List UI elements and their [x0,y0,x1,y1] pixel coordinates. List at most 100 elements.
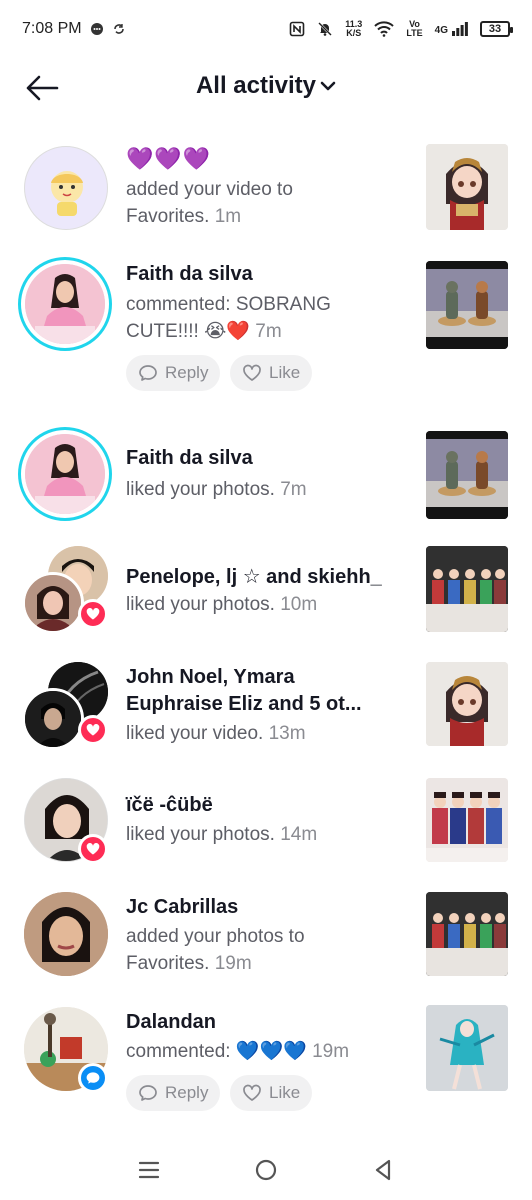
desc-line: liked your video. [126,723,264,744]
activity-item[interactable]: Faith da silva liked your photos. 7m [0,425,532,525]
volte-indicator: Vo LTE [406,20,422,38]
network-type: 4G [434,25,448,36]
activity-name[interactable]: ïčë -ĉübë [126,794,213,817]
activity-description: added your photos to Favorites. 19m [126,923,305,977]
activity-description: liked your photos. 10m [126,591,317,618]
activity-description: added your video to Favorites. 1m [126,176,293,230]
lte-label: LTE [406,28,423,38]
activity-item[interactable]: ïčë -ĉübë liked your photos. 14m [0,776,532,876]
status-time: 7:08 PM [22,20,82,37]
status-left: 7:08 PM [22,20,126,38]
activity-description: commented: 💙💙💙 19m [126,1038,349,1065]
desc-line: commented: 💙💙💙 [126,1041,307,1062]
photo-thumbnail[interactable] [426,892,508,976]
avatar[interactable] [24,146,108,230]
chevron-down-icon [320,81,336,91]
battery-indicator: 33 [480,21,513,37]
like-button[interactable]: Like [230,1075,313,1111]
like-badge [78,834,108,864]
activity-item[interactable]: 💜💜💜 added your video to Favorites. 1m [0,140,532,240]
like-button[interactable]: Like [230,355,313,391]
like-badge [78,599,108,629]
like-label: Like [269,1083,301,1102]
activity-time: 1m [214,206,242,227]
desc-line: commented: SOBRANG [126,294,331,315]
activity-name[interactable]: Penelope, lj ☆ and skiehh_ [126,564,382,589]
activity-name[interactable]: Faith da silva [126,263,253,286]
desc-line: liked your photos. [126,824,275,845]
heart-icon [86,843,100,855]
desc-line: Favorites. [126,206,210,227]
nfc-icon [289,21,305,37]
signal-icon: 4G [435,22,468,36]
desc-line: added your photos to [126,926,305,947]
name-line: Euphraise Eliz and 5 ot... [126,693,362,715]
like-badge [78,715,108,745]
page-title: All activity [195,72,317,99]
system-back-button[interactable] [363,1150,403,1190]
name-line: John Noel, Ymara [126,666,295,688]
triangle-back-icon [376,1159,391,1181]
comment-icon [86,1072,100,1084]
system-navigation-bar [0,1140,532,1200]
chat-notification-icon [90,22,104,36]
heart-icon [86,608,100,620]
activity-item[interactable]: Dalandan commented: 💙💙💙 19m Reply Like [0,1005,532,1125]
activity-description: commented: SOBRANG CUTE!!!! 😭❤️ 7m [126,291,331,345]
video-thumbnail[interactable] [426,144,508,230]
avatar [25,264,105,344]
avatar[interactable] [24,892,108,976]
activity-filter-dropdown[interactable]: All activity [0,72,532,100]
activity-name[interactable]: John Noel, Ymara Euphraise Eliz and 5 ot… [126,664,362,718]
activity-description: liked your photos. 14m [126,821,317,848]
mute-bell-icon [317,21,333,37]
status-bar: 7:08 PM 11.3 K/S Vo LTE 4G 33 [0,0,532,58]
avatar-story-ring[interactable] [18,257,112,351]
header: All activity [0,58,532,118]
activity-name[interactable]: Faith da silva [126,447,253,470]
avatar[interactable] [22,572,84,634]
comment-icon [139,1085,157,1101]
reply-label: Reply [165,1083,209,1102]
photo-thumbnail[interactable] [426,778,508,862]
activity-name[interactable]: Jc Cabrillas [126,896,238,919]
activity-description: liked your photos. 7m [126,476,307,503]
reply-button[interactable]: Reply [126,355,221,391]
photo-thumbnail[interactable] [426,1005,508,1091]
reply-button[interactable]: Reply [126,1075,221,1111]
activity-name[interactable]: 💜💜💜 [126,146,211,172]
comment-badge [78,1063,108,1093]
heart-outline-icon [243,364,261,381]
heart-icon [86,724,100,736]
avatar [25,434,105,514]
home-button[interactable] [246,1150,286,1190]
activity-description: liked your video. 13m [126,720,306,747]
desc-line: Favorites. [126,953,210,974]
video-thumbnail[interactable] [426,662,508,746]
net-speed-unit: K/S [346,28,362,38]
battery-level: 33 [488,23,502,35]
activity-item[interactable]: John Noel, Ymara Euphraise Eliz and 5 ot… [0,660,532,760]
activity-item[interactable]: Jc Cabrillas added your photos to Favori… [0,890,532,990]
avatar-story-ring[interactable] [18,427,112,521]
activity-item[interactable]: Faith da silva commented: SOBRANG CUTE!!… [0,255,532,400]
activity-item[interactable]: Penelope, lj ☆ and skiehh_ liked your ph… [0,544,532,636]
heart-outline-icon [243,1084,261,1101]
menu-button[interactable] [129,1150,169,1190]
photo-thumbnail[interactable] [426,546,508,632]
activity-time: 7m [255,321,282,342]
activity-name[interactable]: Dalandan [126,1011,216,1034]
reply-label: Reply [165,363,209,382]
video-thumbnail[interactable] [426,261,508,349]
photo-thumbnail[interactable] [426,431,508,519]
activity-time: 19m [214,953,252,974]
activity-time: 7m [280,479,307,500]
status-right: 11.3 K/S Vo LTE 4G 33 [289,20,513,38]
activity-time: 14m [280,824,318,845]
desc-line: liked your photos. [126,479,275,500]
avatar[interactable] [22,688,84,750]
desc-line: added your video to [126,179,293,200]
desc-line: liked your photos. [126,594,275,615]
like-label: Like [269,363,301,382]
home-circle-icon [255,1159,277,1181]
